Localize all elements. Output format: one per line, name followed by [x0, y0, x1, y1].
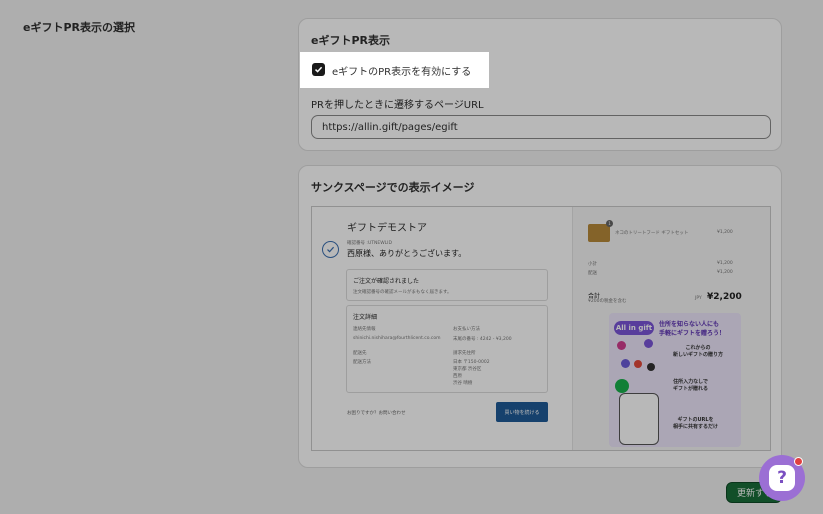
enable-pr-checkbox-label-highlighted: eギフトのPR表示を有効にする [332, 67, 472, 78]
checkmark-icon [314, 66, 323, 73]
question-icon: ? [769, 465, 795, 491]
enable-pr-checkbox-highlighted[interactable] [312, 63, 325, 76]
notification-badge [794, 457, 803, 466]
